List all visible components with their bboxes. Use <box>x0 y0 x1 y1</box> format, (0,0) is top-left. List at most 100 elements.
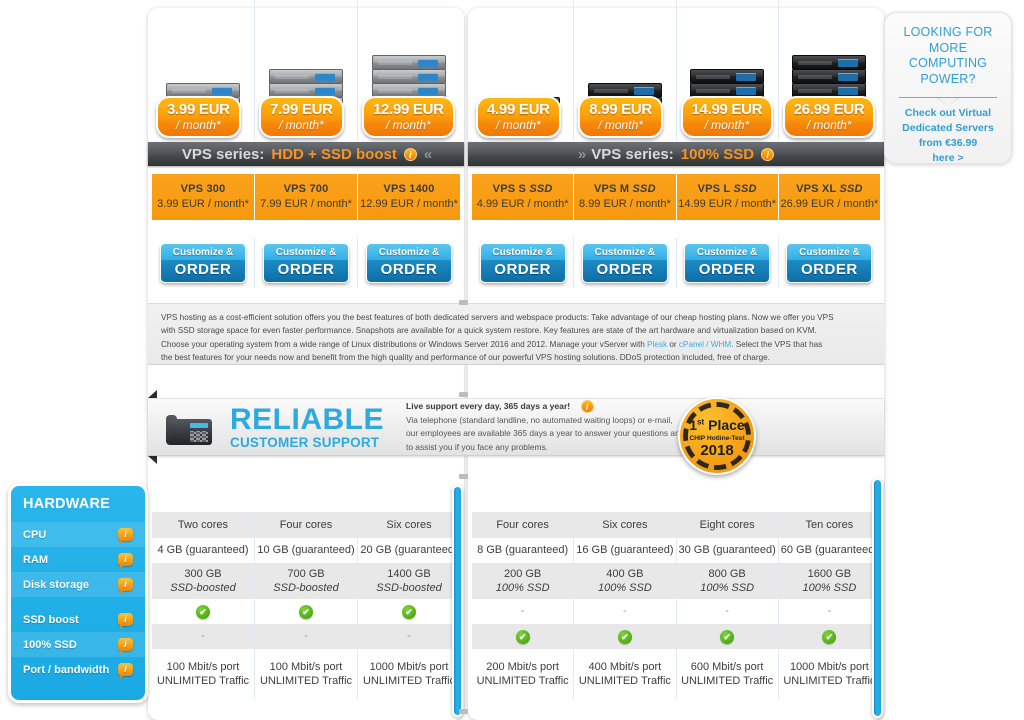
order-button-vps-700[interactable]: Customize & ORDER <box>263 243 349 283</box>
order-button-row-hdd-ssd: Customize & ORDER Customize & ORDER Cust… <box>152 238 460 288</box>
price-bubble-amount: 12.99 EUR <box>373 101 444 118</box>
promo-box-dedicated-servers[interactable]: LOOKING FOR MORE COMPUTING POWER? Check … <box>884 12 1012 164</box>
info-icon[interactable]: i <box>403 147 417 161</box>
plan-name-cell: VPS L SSD 14.99 EUR / month* <box>676 174 779 220</box>
sidebar-row-port-bandwidth[interactable]: Port / bandwidth i <box>11 657 145 682</box>
order-button-cell: Customize & ORDER <box>358 238 460 288</box>
sidebar-label-cpu: CPU <box>23 528 47 541</box>
cpanel-whm-link[interactable]: cPanel / WHM <box>679 340 731 349</box>
plesk-link[interactable]: Plesk <box>647 340 667 349</box>
info-bubble-icon[interactable]: i <box>118 528 133 544</box>
check-icon: ✔ <box>402 604 416 619</box>
info-bubble-icon[interactable]: i <box>118 613 133 629</box>
sidebar-row-disk-storage[interactable]: Disk storage i <box>11 572 145 597</box>
plan-price: 14.99 EUR / month* <box>678 198 777 210</box>
spec-cell-disk: 200 GB 100% SSD <box>472 563 574 599</box>
order-button-line2: ORDER <box>480 260 565 282</box>
sidebar-row-ram[interactable]: RAM i <box>11 547 145 572</box>
series-header-100-ssd[interactable]: » VPS series: 100% SSD i <box>468 142 884 166</box>
blue-divider-right <box>872 478 883 718</box>
plan-price: 26.99 EUR / month* <box>780 198 879 210</box>
promo-line-3: POWER? <box>920 71 976 86</box>
info-icon[interactable]: i <box>761 147 775 161</box>
laurel-wreath-icon <box>683 402 751 470</box>
price-bubble-period: / month* <box>385 118 431 132</box>
check-icon: ✔ <box>515 629 530 644</box>
spec-cell-disk: 800 GB 100% SSD <box>676 563 778 599</box>
spec-cell-ram: 60 GB (guaranteed) <box>778 538 880 563</box>
order-button-vps-300[interactable]: Customize & ORDER <box>160 243 246 283</box>
plan-price: 12.99 EUR / month* <box>360 198 458 210</box>
support-line-2: our employees are available 365 days a y… <box>406 428 685 439</box>
info-bubble-icon[interactable]: i <box>118 663 133 679</box>
spec-cell-cpu: Four cores <box>472 512 574 538</box>
hardware-sidebar-title: HARDWARE <box>23 496 110 512</box>
sidebar-label-port-bandwidth: Port / bandwidth <box>23 663 110 676</box>
plan-name-suffix: SSD <box>839 183 863 196</box>
order-button-line2: ORDER <box>161 260 245 282</box>
info-icon[interactable]: i <box>580 399 594 413</box>
order-button-vps-1400[interactable]: Customize & ORDER <box>366 243 452 283</box>
support-title-line1: RELIABLE <box>230 402 384 436</box>
support-text: Live support every day, 365 days a year!… <box>406 399 884 455</box>
check-icon: ✔ <box>196 604 210 619</box>
sidebar-row-ssd-boost[interactable]: SSD boost i <box>11 607 145 632</box>
ribbon-notch-top <box>148 390 157 398</box>
spec-cell-ram: 10 GB (guaranteed) <box>255 538 357 563</box>
sidebar-label-100-ssd: 100% SSD <box>23 638 77 651</box>
order-button-vps-xl[interactable]: Customize & ORDER <box>786 243 873 283</box>
promo-divider <box>899 96 997 98</box>
order-button-line1: Customize & <box>161 244 245 260</box>
info-bubble-icon[interactable]: i <box>118 638 133 654</box>
order-button-line2: ORDER <box>582 260 667 282</box>
sidebar-row-100-ssd[interactable]: 100% SSD i <box>11 632 145 657</box>
promo-cta-link[interactable]: here > <box>893 151 1003 166</box>
spec-cell-100-ssd: ✔ <box>574 624 676 649</box>
support-headline: Live support every day, 365 days a year! <box>406 400 571 411</box>
server-image-cell: 3.99 EUR / month* <box>152 0 255 140</box>
support-line-1: Via telephone (standard landline, no aut… <box>406 414 673 425</box>
spec-cell-disk: 1400 GB SSD-boosted <box>358 563 460 599</box>
order-button-line2: ORDER <box>264 260 348 282</box>
hardware-sidebar: HARDWARE CPU i RAM i Disk storage i SSD … <box>8 483 148 703</box>
vps-pricing-page: 3.99 EUR / month* 7.99 EUR / month* 12.9… <box>0 0 1024 720</box>
order-button-cell: Customize & ORDER <box>779 238 880 288</box>
info-bubble-icon[interactable]: i <box>118 578 133 594</box>
promo-line-1: LOOKING FOR <box>903 25 993 39</box>
chevron-right-icon[interactable]: » <box>578 146 586 163</box>
not-included-dash: - <box>304 630 308 643</box>
order-button-line1: Customize & <box>685 244 770 260</box>
series-header-hdd-ssd[interactable]: VPS series: HDD + SSD boost i « <box>148 142 464 166</box>
order-button-vps-m[interactable]: Customize & ORDER <box>581 243 668 283</box>
support-title-line2: CUSTOMER SUPPORT <box>230 434 380 450</box>
price-bubble-amount: 4.99 EUR <box>487 101 550 118</box>
spec-cell-100-ssd: ✔ <box>778 624 880 649</box>
spec-column: Six cores 16 GB (guaranteed) 400 GB 100% SS… <box>574 512 677 699</box>
price-bubble-amount: 26.99 EUR <box>793 101 865 118</box>
chevron-left-icon[interactable]: « <box>424 146 432 163</box>
description-line-3a: Choose your operating system from a wide… <box>161 339 648 349</box>
not-included-dash: - <box>201 630 205 643</box>
spec-cell-disk: 400 GB 100% SSD <box>574 563 676 599</box>
description-line-3b: or <box>667 339 679 349</box>
plan-name-cell: VPS S SSD 4.99 EUR / month* <box>472 174 575 220</box>
price-bubble-period: / month* <box>598 118 643 132</box>
order-button-vps-s[interactable]: Customize & ORDER <box>479 243 566 283</box>
info-bubble-icon[interactable]: i <box>118 553 133 569</box>
order-button-vps-l[interactable]: Customize & ORDER <box>684 243 771 283</box>
spec-cell-disk: 300 GB SSD-boosted <box>152 563 254 599</box>
plan-name: VPS XL <box>796 183 837 196</box>
description-line-4: the best features for your needs now and… <box>161 352 770 362</box>
order-button-line1: Customize & <box>582 244 667 260</box>
spec-cell-cpu: Two cores <box>152 512 254 538</box>
price-bubble: 3.99 EUR / month* <box>156 96 241 138</box>
spec-table-100-ssd: Four cores 8 GB (guaranteed) 200 GB 100% SS… <box>472 512 880 699</box>
ribbon-notch-bottom <box>148 456 157 464</box>
spec-cell-ram: 16 GB (guaranteed) <box>574 538 676 563</box>
sidebar-label-disk-storage: Disk storage <box>23 578 90 591</box>
spec-cell-ram: 4 GB (guaranteed) <box>152 538 254 563</box>
sidebar-row-cpu[interactable]: CPU i <box>11 522 145 547</box>
server-image-cell: 26.99 EUR / month* <box>779 0 880 140</box>
spec-column: Six cores 20 GB (guaranteed) 1400 GB SSD-bo… <box>358 512 460 699</box>
check-icon: ✔ <box>299 604 313 619</box>
